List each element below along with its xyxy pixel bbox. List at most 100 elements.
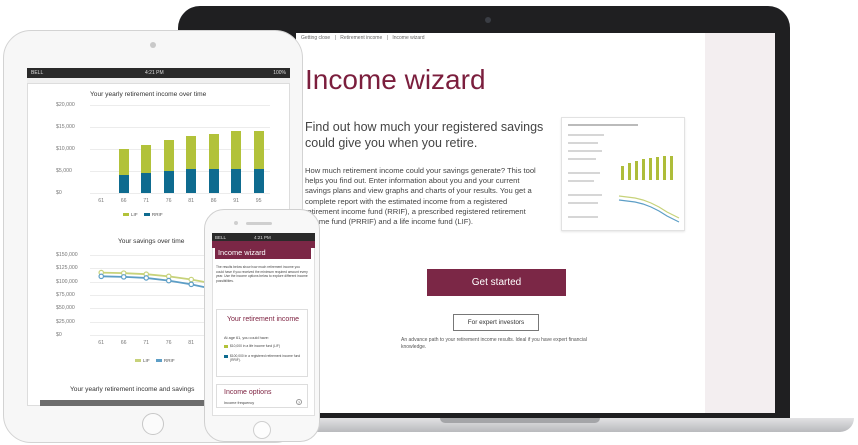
grid-line [90, 149, 270, 150]
speaker-icon [246, 222, 272, 225]
grid-line [90, 193, 270, 194]
breadcrumb-item[interactable]: Retirement income [340, 35, 382, 41]
bar-rrif[interactable] [163, 171, 174, 193]
data-point-rrif[interactable] [188, 281, 195, 288]
x-tick-label: 95 [255, 198, 262, 204]
get-started-button[interactable]: Get started [427, 269, 566, 296]
breadcrumb-item: Income wizard [392, 35, 425, 41]
x-tick-label: 61 [98, 340, 105, 346]
y-tick-label: $0 [56, 332, 62, 338]
preview-bar [656, 157, 659, 180]
browser-chrome [27, 78, 290, 84]
bar-rrif[interactable] [231, 168, 242, 193]
expert-investors-button[interactable]: For expert investors [453, 314, 539, 331]
preview-line [568, 216, 598, 218]
bar-lif[interactable] [118, 149, 129, 176]
y-tick-label: $10,000 [56, 146, 75, 152]
home-button[interactable] [253, 421, 271, 439]
preview-bar [649, 158, 652, 180]
legend-swatch [155, 359, 162, 363]
status-bar: BELL 4:21 PM [212, 233, 315, 241]
x-tick-label: 61 [98, 198, 105, 204]
grid-line [90, 171, 270, 172]
camera-icon [485, 17, 491, 23]
bar-rrif[interactable] [186, 168, 197, 193]
card-row: $10,000 in a life income fund (LIF) [224, 344, 302, 348]
laptop-notch [440, 418, 600, 423]
chart-title: Your savings over time [118, 238, 185, 245]
lead-text: Find out how much your registered saving… [305, 120, 544, 150]
data-point-rrif[interactable] [120, 274, 127, 280]
x-tick-label: 91 [233, 198, 240, 204]
bar-lif[interactable] [141, 144, 152, 174]
preview-bar [670, 156, 673, 180]
card-title: Your retirement income [226, 316, 300, 323]
preview-line [568, 202, 598, 204]
legend-swatch [143, 213, 150, 217]
preview-bar [621, 166, 624, 180]
legend-label: RRIF [151, 212, 163, 217]
breadcrumb-item[interactable]: Getting close [301, 35, 330, 41]
bar-lif[interactable] [253, 131, 264, 169]
y-tick-label: $50,000 [56, 305, 75, 312]
preview-bar [642, 159, 645, 180]
bar-rrif[interactable] [208, 168, 219, 193]
bar-rrif[interactable] [141, 173, 152, 193]
bar-lif[interactable] [163, 140, 174, 171]
devices-mockup: Getting close | Retirement income | Inco… [0, 0, 858, 445]
bar-rrif[interactable] [253, 168, 264, 193]
x-tick-label: 71 [143, 340, 150, 346]
battery-label: 100% [273, 70, 286, 76]
status-bar: BELL 4:21 PM 100% [27, 68, 290, 78]
income-options-card[interactable]: Income options Income frequency ? [216, 384, 308, 408]
carrier-label: BELL [215, 234, 227, 240]
legend-swatch [224, 345, 228, 348]
bar-lif[interactable] [208, 133, 219, 169]
legend-label: LIF [131, 212, 138, 217]
bar-lif[interactable] [186, 135, 197, 169]
income-frequency-label: Income frequency [224, 401, 255, 405]
help-icon[interactable]: ? [296, 399, 302, 405]
preview-header [568, 124, 638, 126]
retirement-income-card: Your retirement income At age 61, you co… [216, 309, 308, 377]
home-button[interactable] [142, 413, 164, 435]
card-row-text: $10,000 in a life income fund (LIF) [230, 344, 281, 348]
side-panel [705, 33, 775, 413]
grid-line [90, 105, 270, 106]
preview-bar [635, 161, 638, 180]
grid-line [90, 127, 270, 128]
y-tick-label: $150,000 [56, 252, 78, 258]
y-tick-label: $15,000 [56, 124, 75, 130]
preview-line-chart [618, 195, 680, 223]
bar-lif[interactable] [231, 131, 242, 169]
data-point-rrif[interactable] [98, 273, 105, 280]
x-tick-label: 66 [120, 198, 127, 204]
preview-line [568, 180, 594, 182]
chart-title: Your yearly retirement income over time [90, 91, 207, 98]
data-point-rrif[interactable] [143, 275, 150, 281]
y-tick-label: $5,000 [56, 168, 72, 174]
page-title: Income wizard [305, 64, 486, 95]
phone-page-title: Income wizard [215, 247, 311, 259]
chart-title: Your yearly retirement income and saving… [70, 386, 195, 393]
preview-line [568, 194, 602, 196]
expert-note: An advance path to your retirement incom… [401, 337, 587, 350]
x-tick-label: 76 [165, 198, 172, 204]
phone-intro-text: The results below show how much retireme… [216, 265, 308, 284]
y-tick-label: $75,000 [56, 292, 75, 298]
card-age-text: At age 61, you could have: [224, 336, 269, 340]
chart-legend: LIF RRIF [130, 358, 175, 363]
clock-label: 4:21 PM [254, 234, 271, 240]
breadcrumb: Getting close | Retirement income | Inco… [301, 35, 428, 41]
breadcrumb-separator: | [386, 35, 388, 41]
camera-icon [150, 42, 156, 48]
data-point-rrif[interactable] [165, 277, 172, 284]
y-tick-label: $125,000 [56, 265, 78, 272]
chart-legend: LIF RRIF [118, 212, 163, 217]
y-tick-label: $0 [56, 190, 62, 196]
preview-bar [628, 163, 631, 180]
breadcrumb-separator: | [334, 35, 336, 41]
legend-label: RRIF [163, 358, 175, 363]
bar-rrif[interactable] [118, 175, 129, 193]
data-point-lif[interactable] [188, 276, 195, 283]
